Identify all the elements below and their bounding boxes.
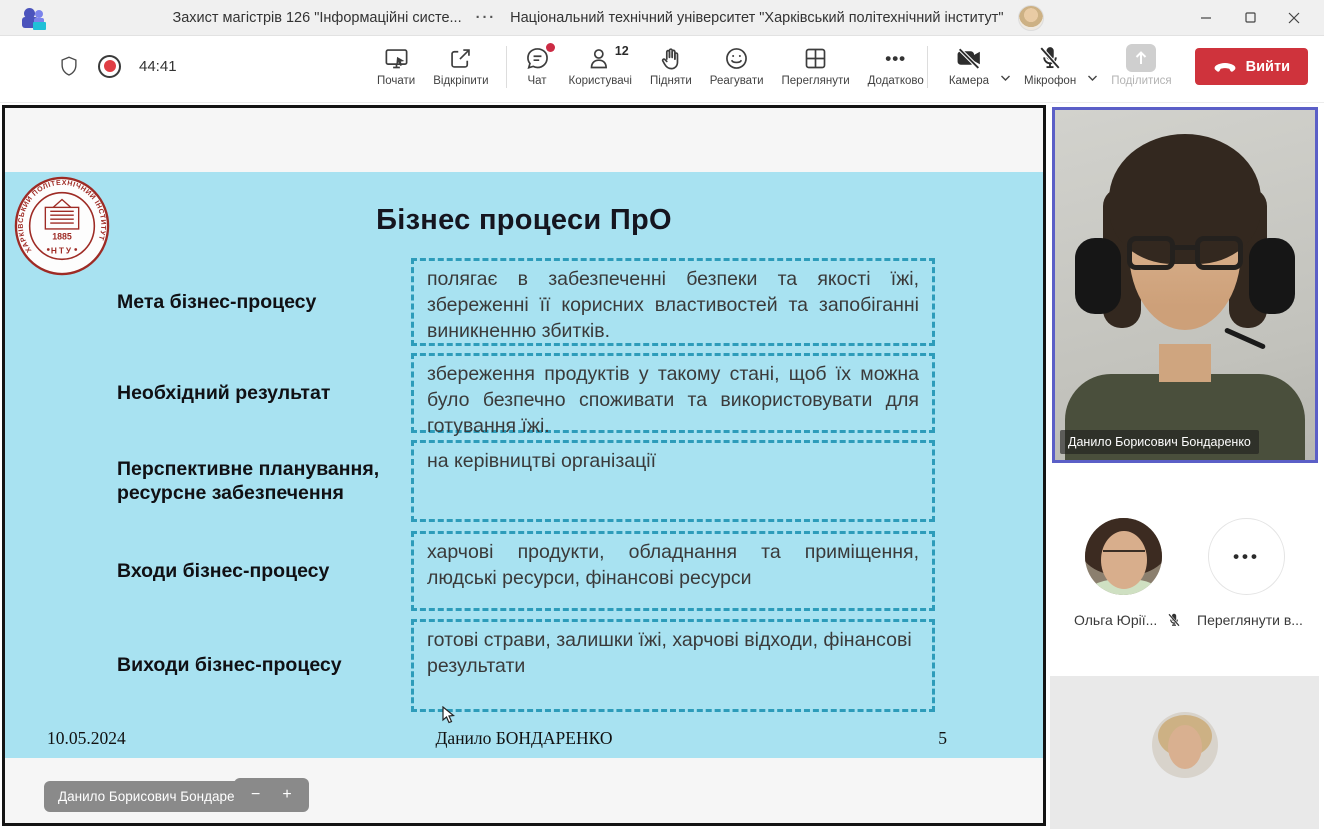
participants-strip: ••• Ольга Юрії... Переглянути в... — [1048, 470, 1324, 670]
headphone-right — [1249, 238, 1295, 314]
start-share-button[interactable]: Почати — [368, 40, 424, 91]
unpin-icon — [447, 44, 474, 72]
smiley-icon — [723, 44, 750, 72]
react-button[interactable]: Реагувати — [701, 40, 773, 91]
mouse-cursor — [442, 706, 457, 724]
row-textbox: на керівництві організації — [411, 440, 935, 522]
secondary-video-tile[interactable] — [1050, 676, 1319, 829]
slide-row: Необхідний результат збереження продукті… — [5, 353, 1043, 433]
slide-author: Данило БОНДАРЕНКО — [5, 728, 1043, 749]
zoom-out-button[interactable]: − — [251, 786, 260, 804]
overflow-dots-icon: ••• — [1233, 547, 1260, 567]
grid-view-icon — [802, 44, 829, 72]
teams-meeting-window: Захист магістрів 126 "Інформаційні систе… — [0, 0, 1324, 829]
participant-name: Ольга Юрії... — [1074, 612, 1157, 628]
more-dots-icon: ••• — [885, 44, 906, 72]
close-button[interactable] — [1272, 1, 1316, 35]
secondary-participant-avatar — [1152, 712, 1218, 778]
row-label: Мета бізнес-процесу — [117, 258, 402, 346]
main-speaker-video[interactable]: Данило Борисович Бондаренко — [1052, 107, 1318, 463]
screen-share-icon — [383, 44, 410, 72]
meeting-toolbar: 44:41 Почати — [0, 36, 1324, 103]
raise-hand-icon — [657, 44, 684, 72]
leave-button[interactable]: Вийти — [1195, 48, 1308, 85]
zoom-in-button[interactable]: + — [282, 786, 291, 804]
recording-indicator-icon[interactable] — [98, 55, 121, 78]
headphone-left — [1075, 238, 1121, 314]
overflow-participants-button[interactable]: ••• — [1208, 518, 1285, 595]
slide-row: Перспективне планування, ресурсне забезп… — [5, 440, 1043, 522]
slide-footer: 10.05.2024 Данило БОНДАРЕНКО 5 — [5, 728, 1043, 752]
camera-off-icon — [955, 44, 983, 72]
mic-button[interactable]: Мікрофон — [1015, 40, 1085, 91]
camera-button[interactable]: Камера — [940, 40, 998, 91]
slide-row: Мета бізнес-процесу полягає в забезпечен… — [5, 258, 1043, 346]
meeting-title: Захист магістрів 126 "Інформаційні систе… — [172, 10, 461, 26]
mic-off-icon — [1036, 44, 1064, 72]
participants-button[interactable]: 12 Користувачі — [560, 40, 641, 91]
chat-notification-dot — [546, 43, 555, 52]
camera-chevron-icon[interactable] — [1000, 74, 1011, 82]
teams-icon — [22, 6, 48, 30]
row-textbox: збереження продуктів у такому стані, щоб… — [411, 353, 935, 433]
speaker-name-tag: Данило Борисович Бондаренко — [1060, 430, 1259, 454]
maximize-button[interactable] — [1228, 1, 1272, 35]
chat-button[interactable]: Чат — [515, 40, 560, 91]
meeting-timer: 44:41 — [139, 58, 177, 75]
share-button: Поділитися — [1102, 40, 1180, 91]
org-title: Національний технічний університет "Харк… — [510, 10, 1003, 26]
row-textbox: готові страви, залишки їжі, харчові відх… — [411, 619, 935, 712]
raise-hand-button[interactable]: Підняти — [641, 40, 701, 91]
share-up-arrow-icon — [1126, 44, 1156, 72]
participants-count: 12 — [615, 44, 629, 58]
svg-text:НТУ: НТУ — [51, 245, 73, 255]
slide-title: Бізнес процеси ПрО — [5, 204, 1043, 237]
row-label: Виходи бізнес-процесу — [117, 619, 402, 712]
participant-mic-off-icon — [1166, 612, 1182, 628]
chat-icon — [524, 44, 551, 72]
hangup-phone-icon — [1213, 61, 1237, 73]
slide-row: Виходи бізнес-процесу готові страви, зал… — [5, 619, 1043, 712]
slide-zoom-control: − + — [234, 778, 309, 812]
slide-row: Входи бізнес-процесу харчові продукти, о… — [5, 531, 1043, 611]
minimize-button[interactable] — [1184, 1, 1228, 35]
mic-chevron-icon[interactable] — [1087, 74, 1098, 82]
participants-icon: 12 — [587, 44, 614, 72]
overflow-label[interactable]: Переглянути в... — [1197, 612, 1303, 628]
unpin-button[interactable]: Відкріпити — [424, 40, 497, 91]
title-overflow-dots[interactable]: ··· — [476, 10, 497, 26]
view-button[interactable]: Переглянути — [773, 40, 859, 91]
security-shield-icon[interactable] — [58, 54, 80, 78]
participant-avatar[interactable] — [1085, 518, 1162, 595]
slide-page-number: 5 — [938, 728, 947, 749]
shared-screen-stage: ХАРКІВСЬКИЙ ПОЛІТЕХНІЧНИЙ ІНСТИТУТ 1885 … — [2, 105, 1046, 826]
presentation-slide: ХАРКІВСЬКИЙ ПОЛІТЕХНІЧНИЙ ІНСТИТУТ 1885 … — [5, 172, 1043, 758]
row-textbox: полягає в забезпеченні безпеки та якості… — [411, 258, 935, 346]
glasses — [1127, 236, 1243, 272]
titlebar: Захист магістрів 126 "Інформаційні систе… — [0, 0, 1324, 36]
row-label: Перспективне планування, ресурсне забезп… — [117, 440, 402, 522]
row-textbox: харчові продукти, обладнання та приміщен… — [411, 531, 935, 611]
titlebar-avatar — [1018, 5, 1044, 31]
row-label: Необхідний результат — [117, 353, 402, 433]
row-label: Входи бізнес-процесу — [117, 531, 402, 611]
